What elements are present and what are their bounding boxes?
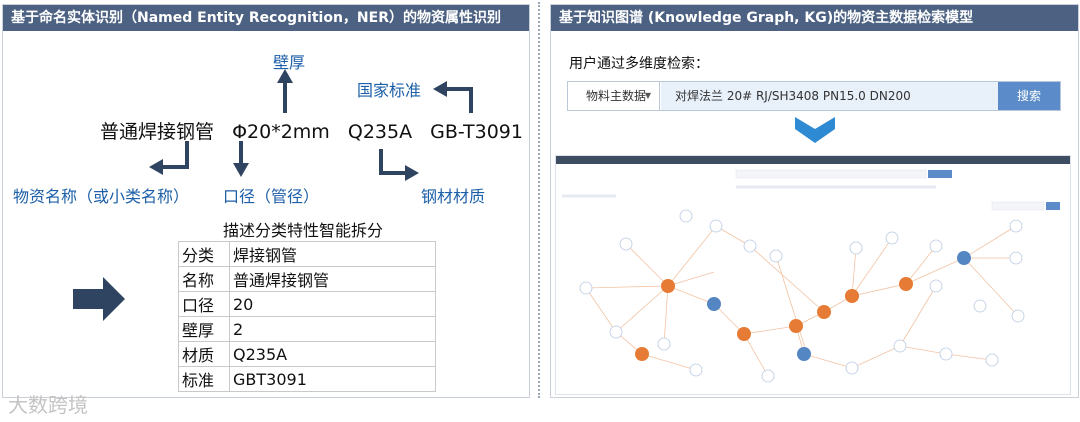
arrow-down-icon (233, 141, 249, 177)
graph-node[interactable] (845, 361, 859, 375)
search-button[interactable]: 搜索 (998, 82, 1060, 110)
search-hint: 用户通过多维度检索： (569, 56, 709, 72)
attr-key: 标准 (178, 366, 230, 392)
graph-node[interactable] (1011, 309, 1025, 323)
chevron-down-icon: ▼ (644, 91, 651, 100)
search-bar: 物料主数据 ▼ 对焊法兰 20# RJ/SH3408 PN15.0 DN200 … (567, 81, 1061, 111)
ner-sentence: 普通焊接钢管 Φ20*2mm Q235A GB-T3091 (100, 117, 535, 144)
table-row: 壁厚 2 (178, 316, 436, 342)
label-national-standard: 国家标准 (357, 81, 422, 100)
graph-node[interactable] (893, 339, 907, 353)
search-input[interactable]: 对焊法兰 20# RJ/SH3408 PN15.0 DN200 (661, 82, 998, 110)
graph-node[interactable] (845, 289, 859, 303)
graph-node[interactable] (769, 249, 783, 263)
arrow-up-icon (277, 69, 293, 113)
graph-node[interactable] (709, 219, 723, 233)
kg-panel-header: 基于知识图谱 (Knowledge Graph, KG)的物资主数据检索模型 (551, 5, 1078, 31)
graph-side-button (1046, 202, 1060, 210)
attr-key: 名称 (178, 266, 230, 292)
graph-node[interactable] (635, 347, 649, 361)
watermark-logo: 大数跨境 (8, 393, 88, 417)
graph-node[interactable] (707, 297, 721, 311)
attr-value: 2 (229, 316, 436, 342)
attr-key: 口径 (178, 291, 230, 317)
graph-node[interactable] (985, 353, 999, 367)
token-name: 普通焊接钢管 (100, 121, 215, 143)
kg-panel: 基于知识图谱 (Knowledge Graph, KG)的物资主数据检索模型 用… (550, 4, 1079, 398)
graph-node[interactable] (679, 209, 693, 223)
knowledge-graph-screenshot (555, 155, 1071, 395)
attr-value: 普通焊接钢管 (229, 266, 436, 292)
attr-key: 壁厚 (178, 316, 230, 342)
arrow-bent-left-icon (433, 81, 473, 113)
graph-search-field (735, 169, 927, 179)
table-row: 分类 焊接钢管 (178, 241, 436, 267)
search-category-select[interactable]: 物料主数据 ▼ (568, 82, 660, 110)
attr-key: 材质 (178, 341, 230, 367)
graph-node[interactable] (737, 327, 751, 341)
ner-panel-header: 基于命名实体识别（Named Entity Recognition，NER）的物… (3, 5, 529, 31)
search-category-value: 物料主数据 (586, 89, 647, 103)
graph-node[interactable] (885, 231, 899, 245)
table-row: 标准 GBT3091 (178, 366, 436, 392)
graph-node[interactable] (657, 337, 671, 351)
graph-node[interactable] (957, 251, 971, 265)
knowledge-graph (562, 169, 1060, 383)
double-chevron-down-icon (795, 117, 835, 143)
attr-key: 分类 (178, 241, 230, 267)
big-right-arrow-icon (73, 277, 125, 321)
graph-node-hub[interactable] (661, 279, 675, 293)
graph-node[interactable] (817, 305, 831, 319)
graph-node[interactable] (849, 241, 863, 255)
label-diameter: 口径（管径） (223, 187, 320, 206)
graph-node[interactable] (761, 369, 775, 383)
graph-node[interactable] (797, 347, 811, 361)
label-material-name: 物资名称（或小类名称） (13, 187, 190, 206)
attr-value: 20 (229, 291, 436, 317)
graph-node[interactable] (789, 319, 803, 333)
label-wall-thickness: 壁厚 (273, 53, 306, 72)
graph-node[interactable] (743, 239, 757, 253)
graph-node[interactable] (899, 277, 913, 291)
token-material: Q235A (347, 121, 413, 143)
graph-node[interactable] (1009, 251, 1023, 265)
graph-search-button (928, 170, 952, 178)
token-spec: Φ20*2mm (232, 121, 330, 143)
graph-node[interactable] (1009, 219, 1023, 233)
attr-value: 焊接钢管 (229, 241, 436, 267)
attribute-table: 分类 焊接钢管 名称 普通焊接钢管 口径 20 壁厚 2 材质 Q235A 标准 GBT30… (178, 241, 436, 392)
graph-app-topbar (556, 156, 1070, 164)
table-row: 材质 Q235A (178, 341, 436, 367)
graph-node[interactable] (609, 325, 623, 339)
table-row: 名称 普通焊接钢管 (178, 266, 436, 292)
graph-node[interactable] (689, 363, 703, 377)
graph-node[interactable] (939, 347, 953, 361)
table-title: 描述分类特性智能拆分 (223, 221, 384, 240)
graph-node[interactable] (929, 279, 943, 293)
arrow-bent-down-left-icon (149, 141, 189, 175)
arrow-bent-down-right-icon (379, 149, 419, 181)
graph-node[interactable] (973, 299, 987, 313)
graph-node[interactable] (929, 239, 943, 253)
attr-value: Q235A (229, 341, 436, 367)
graph-node[interactable] (619, 237, 633, 251)
graph-node[interactable] (579, 281, 593, 295)
ner-panel: 基于命名实体识别（Named Entity Recognition，NER）的物… (2, 4, 530, 398)
attr-value: GBT3091 (229, 366, 436, 392)
table-row: 口径 20 (178, 291, 436, 317)
label-steel-material: 钢材材质 (421, 187, 486, 206)
graph-nodes (579, 209, 1025, 383)
panel-divider (538, 2, 540, 398)
token-standard: GB-T3091 (430, 121, 523, 143)
graph-side-input (991, 201, 1045, 211)
